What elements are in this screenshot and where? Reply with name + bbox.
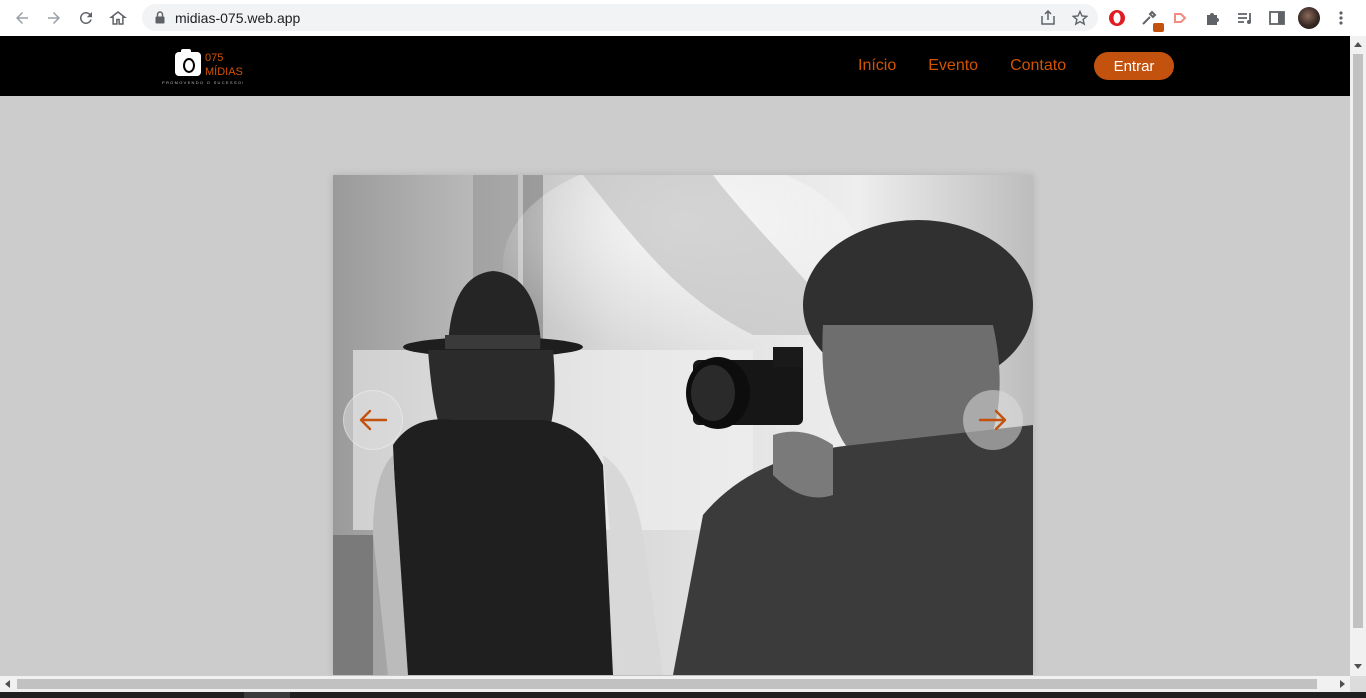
site-logo[interactable]: 075 MÍDIAS PROMOVENDO O SUCESSO! <box>161 49 261 86</box>
eyedropper-icon[interactable] <box>1138 7 1164 32</box>
scroll-left-icon[interactable] <box>5 680 10 688</box>
lock-icon <box>154 11 166 25</box>
taskbar-active-item[interactable] <box>244 692 290 698</box>
scroll-right-icon[interactable] <box>1340 680 1345 688</box>
scrollbar-corner <box>1350 676 1366 692</box>
logo-text-075: 075 <box>205 52 224 64</box>
puzzle-icon[interactable] <box>1202 7 1224 29</box>
scroll-up-icon[interactable] <box>1354 42 1362 47</box>
home-button[interactable] <box>102 2 134 34</box>
logo-text-midias: MÍDIAS <box>205 66 243 78</box>
logo-tagline: PROMOVENDO O SUCESSO! <box>162 80 245 85</box>
horizontal-scroll-thumb[interactable] <box>17 679 1317 689</box>
arrow-right-icon <box>48 12 60 24</box>
camera-icon <box>175 49 201 76</box>
opera-icon[interactable] <box>1106 7 1128 29</box>
arrow-right-icon <box>978 409 1007 431</box>
nav-link-evento[interactable]: Evento <box>928 52 978 80</box>
reload-icon <box>79 11 92 24</box>
nav-link-contato[interactable]: Contato <box>1010 52 1066 80</box>
reading-list-icon[interactable] <box>1234 7 1256 29</box>
arrow-left-icon <box>16 12 28 24</box>
address-bar[interactable]: midias-075.web.app <box>142 4 1098 31</box>
main-nav: Início Evento Contato <box>858 52 1098 80</box>
arrow-left-icon <box>359 409 388 431</box>
image-carousel <box>333 175 1033 675</box>
carousel-next-button[interactable] <box>963 390 1023 450</box>
star-icon[interactable] <box>1070 8 1090 28</box>
browser-toolbar: midias-075.web.app <box>0 0 1366 36</box>
reload-button[interactable] <box>70 2 102 34</box>
url-text: midias-075.web.app <box>175 9 301 26</box>
nav-link-inicio[interactable]: Início <box>858 52 896 80</box>
side-panel-icon[interactable] <box>1266 7 1288 29</box>
extension-badge <box>1153 22 1164 32</box>
share-icon[interactable] <box>1038 8 1058 28</box>
home-icon <box>109 11 127 25</box>
profile-avatar[interactable] <box>1298 6 1320 29</box>
scroll-down-icon[interactable] <box>1354 664 1362 669</box>
kebab-menu-icon[interactable] <box>1330 7 1352 29</box>
vertical-scrollbar[interactable] <box>1350 36 1366 676</box>
carousel-prev-button[interactable] <box>343 390 403 450</box>
vertical-scroll-thumb[interactable] <box>1353 54 1363 628</box>
forward-button[interactable] <box>38 2 70 34</box>
login-button[interactable]: Entrar <box>1094 52 1174 80</box>
taskbar <box>0 692 1366 698</box>
horizontal-scrollbar[interactable] <box>0 676 1350 692</box>
cast-icon[interactable] <box>1170 7 1192 29</box>
back-button[interactable] <box>6 2 38 34</box>
carousel-photo <box>333 175 1033 675</box>
